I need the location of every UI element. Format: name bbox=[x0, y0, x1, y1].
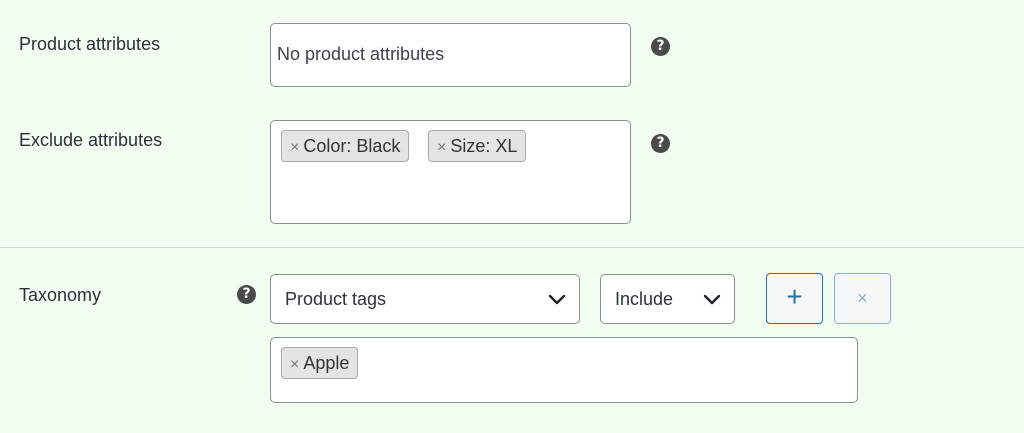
taxonomy-terms-field[interactable]: × Apple bbox=[270, 337, 858, 403]
product-attributes-field[interactable]: No product attributes bbox=[270, 23, 631, 87]
product-attributes-value: No product attributes bbox=[277, 44, 445, 64]
chevron-down-icon bbox=[548, 294, 566, 305]
exclude-attributes-label: Exclude attributes bbox=[19, 130, 163, 150]
section-divider bbox=[0, 247, 1024, 248]
include-select-value: Include bbox=[615, 289, 674, 309]
chip-remove-icon[interactable]: × bbox=[290, 356, 299, 373]
question-circle-icon[interactable]: ? bbox=[237, 285, 256, 304]
chip-label: Apple bbox=[303, 353, 350, 373]
taxonomy-select-value: Product tags bbox=[285, 289, 387, 309]
taxonomy-select[interactable]: Product tags bbox=[270, 274, 580, 324]
taxonomy-label: Taxonomy bbox=[19, 285, 102, 305]
attribute-chip: × Size: XL bbox=[428, 130, 527, 162]
chip-remove-icon[interactable]: × bbox=[437, 139, 446, 156]
term-chip: × Apple bbox=[281, 347, 359, 379]
chip-label: Color: Black bbox=[303, 136, 401, 156]
chip-remove-icon[interactable]: × bbox=[290, 139, 299, 156]
chip-label: Size: XL bbox=[450, 136, 518, 156]
question-circle-icon[interactable]: ? bbox=[651, 37, 670, 56]
exclude-attributes-field[interactable]: × Color: Black × Size: XL bbox=[270, 120, 631, 224]
add-taxonomy-button[interactable]: + bbox=[766, 273, 823, 324]
attribute-chip: × Color: Black bbox=[281, 130, 410, 162]
chevron-down-icon bbox=[703, 294, 721, 305]
include-select[interactable]: Include bbox=[600, 274, 735, 324]
question-circle-icon[interactable]: ? bbox=[651, 134, 670, 153]
product-attributes-label: Product attributes bbox=[19, 34, 161, 54]
remove-taxonomy-button[interactable]: × bbox=[834, 273, 891, 324]
